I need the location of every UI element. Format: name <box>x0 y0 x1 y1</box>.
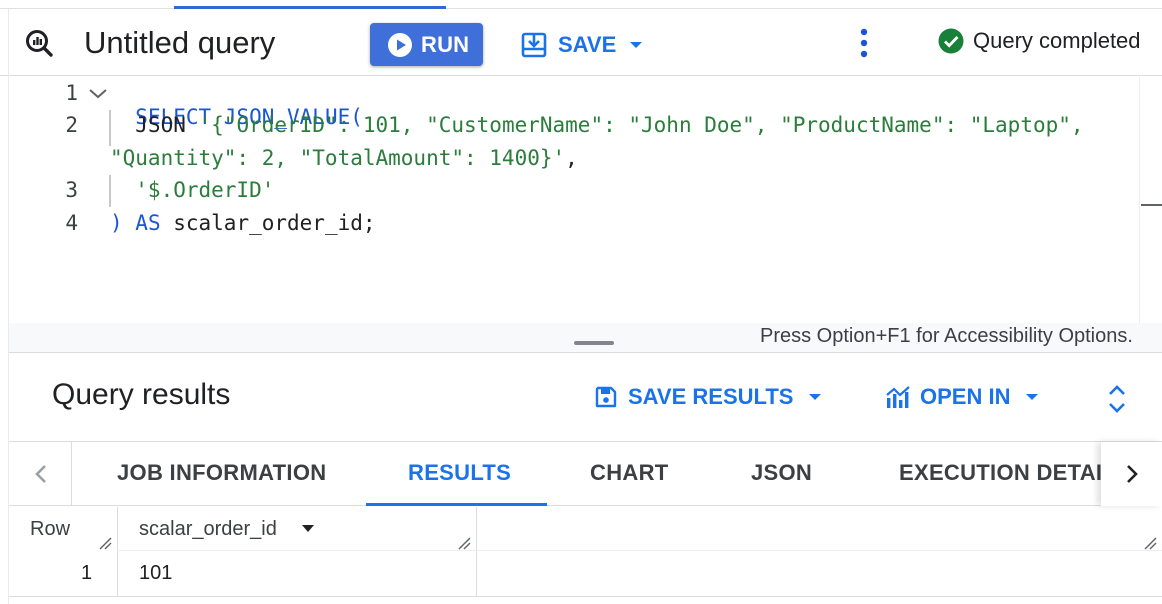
open-in-label: OPEN IN <box>920 384 1011 409</box>
save-results-label: SAVE RESULTS <box>628 384 794 409</box>
code-string: "Quantity": 2, "TotalAmount": 1400}' <box>110 146 566 170</box>
line-number: 2 <box>65 113 78 137</box>
line-number: 3 <box>65 178 78 202</box>
sort-caret-icon[interactable] <box>302 525 314 532</box>
floppy-disk-icon <box>595 386 617 408</box>
chevron-right-icon <box>1126 465 1138 483</box>
line-number: 4 <box>65 211 78 235</box>
run-button-label: RUN <box>421 31 470 57</box>
code-line-4: ) AS scalar_order_id; <box>110 211 376 235</box>
code-text: , <box>565 146 578 170</box>
fold-chevron-icon[interactable] <box>88 86 108 100</box>
tab-chart[interactable]: CHART <box>590 460 669 486</box>
column-divider <box>476 507 477 597</box>
magnifier-query-icon <box>26 30 53 57</box>
play-circle-icon <box>388 32 412 57</box>
tab-json[interactable]: JSON <box>751 460 812 486</box>
save-button[interactable]: SAVE <box>520 28 643 62</box>
row-divider <box>9 596 1162 597</box>
save-button-label: SAVE <box>558 32 617 57</box>
open-in-button[interactable]: OPEN IN <box>884 384 1039 410</box>
code-line-3: '$.OrderID' <box>110 178 274 202</box>
column-resize-icon[interactable] <box>457 536 471 550</box>
tab-execution-details[interactable]: EXECUTION DETAILS <box>899 460 1101 486</box>
active-tab-indicator <box>366 503 547 506</box>
code-keyword: ) <box>110 211 123 235</box>
save-download-icon <box>521 32 547 58</box>
analytics-chart-icon <box>886 386 910 408</box>
chevron-down-icon <box>630 42 643 48</box>
status-text: Query completed <box>973 28 1141 53</box>
tab-results[interactable]: RESULTS <box>408 460 511 486</box>
check-circle-icon <box>938 28 964 54</box>
code-string: '$.OrderID' <box>110 178 275 202</box>
code-text: JSON <box>110 113 199 137</box>
line-number: 1 <box>65 81 78 105</box>
save-results-button[interactable]: SAVE RESULTS <box>594 384 822 410</box>
column-resize-icon[interactable] <box>1143 536 1157 550</box>
row-number: 1 <box>81 562 93 584</box>
chevron-down-icon <box>1026 394 1039 400</box>
column-divider <box>117 507 118 597</box>
editor-tab-indicator <box>174 6 446 9</box>
tabs-scroll-left[interactable] <box>10 442 72 506</box>
code-line-2: JSON '{"OrderID": 101, "CustomerName": "… <box>110 113 1084 137</box>
editor-overview-ruler <box>1139 77 1162 323</box>
run-button[interactable]: RUN <box>370 23 483 66</box>
tabs-scroll-right[interactable] <box>1101 442 1162 506</box>
column-header-row: Row <box>30 518 71 540</box>
accessibility-hint: Press Option+F1 for Accessibility Option… <box>760 325 1133 347</box>
cell-scalar-order-id[interactable]: 101 <box>139 562 172 585</box>
tab-job-information[interactable]: JOB INFORMATION <box>117 460 326 486</box>
editor-scroll-marker[interactable] <box>1141 204 1162 206</box>
chevron-down-icon <box>809 394 822 400</box>
more-vert-icon[interactable] <box>852 26 876 62</box>
chevron-left-icon <box>34 465 46 483</box>
code-line-2-wrap: "Quantity": 2, "TotalAmount": 1400}', <box>110 146 578 170</box>
tabs-viewport: JOB INFORMATION RESULTS CHART JSON EXECU… <box>73 442 1101 506</box>
resize-handle[interactable] <box>574 341 614 345</box>
query-status: Query completed <box>938 28 1141 54</box>
code-keyword: AS <box>122 211 161 235</box>
code-text: scalar_order_id; <box>160 211 376 235</box>
results-title: Query results <box>52 378 231 411</box>
header-divider <box>117 550 1162 551</box>
unfold-more-icon[interactable] <box>1105 383 1129 415</box>
code-string: '{"OrderID": 101, "CustomerName": "John … <box>198 113 1084 137</box>
query-title[interactable]: Untitled query <box>84 23 275 63</box>
column-header-scalar-order-id[interactable]: scalar_order_id <box>139 518 277 541</box>
column-resize-icon[interactable] <box>98 536 112 550</box>
